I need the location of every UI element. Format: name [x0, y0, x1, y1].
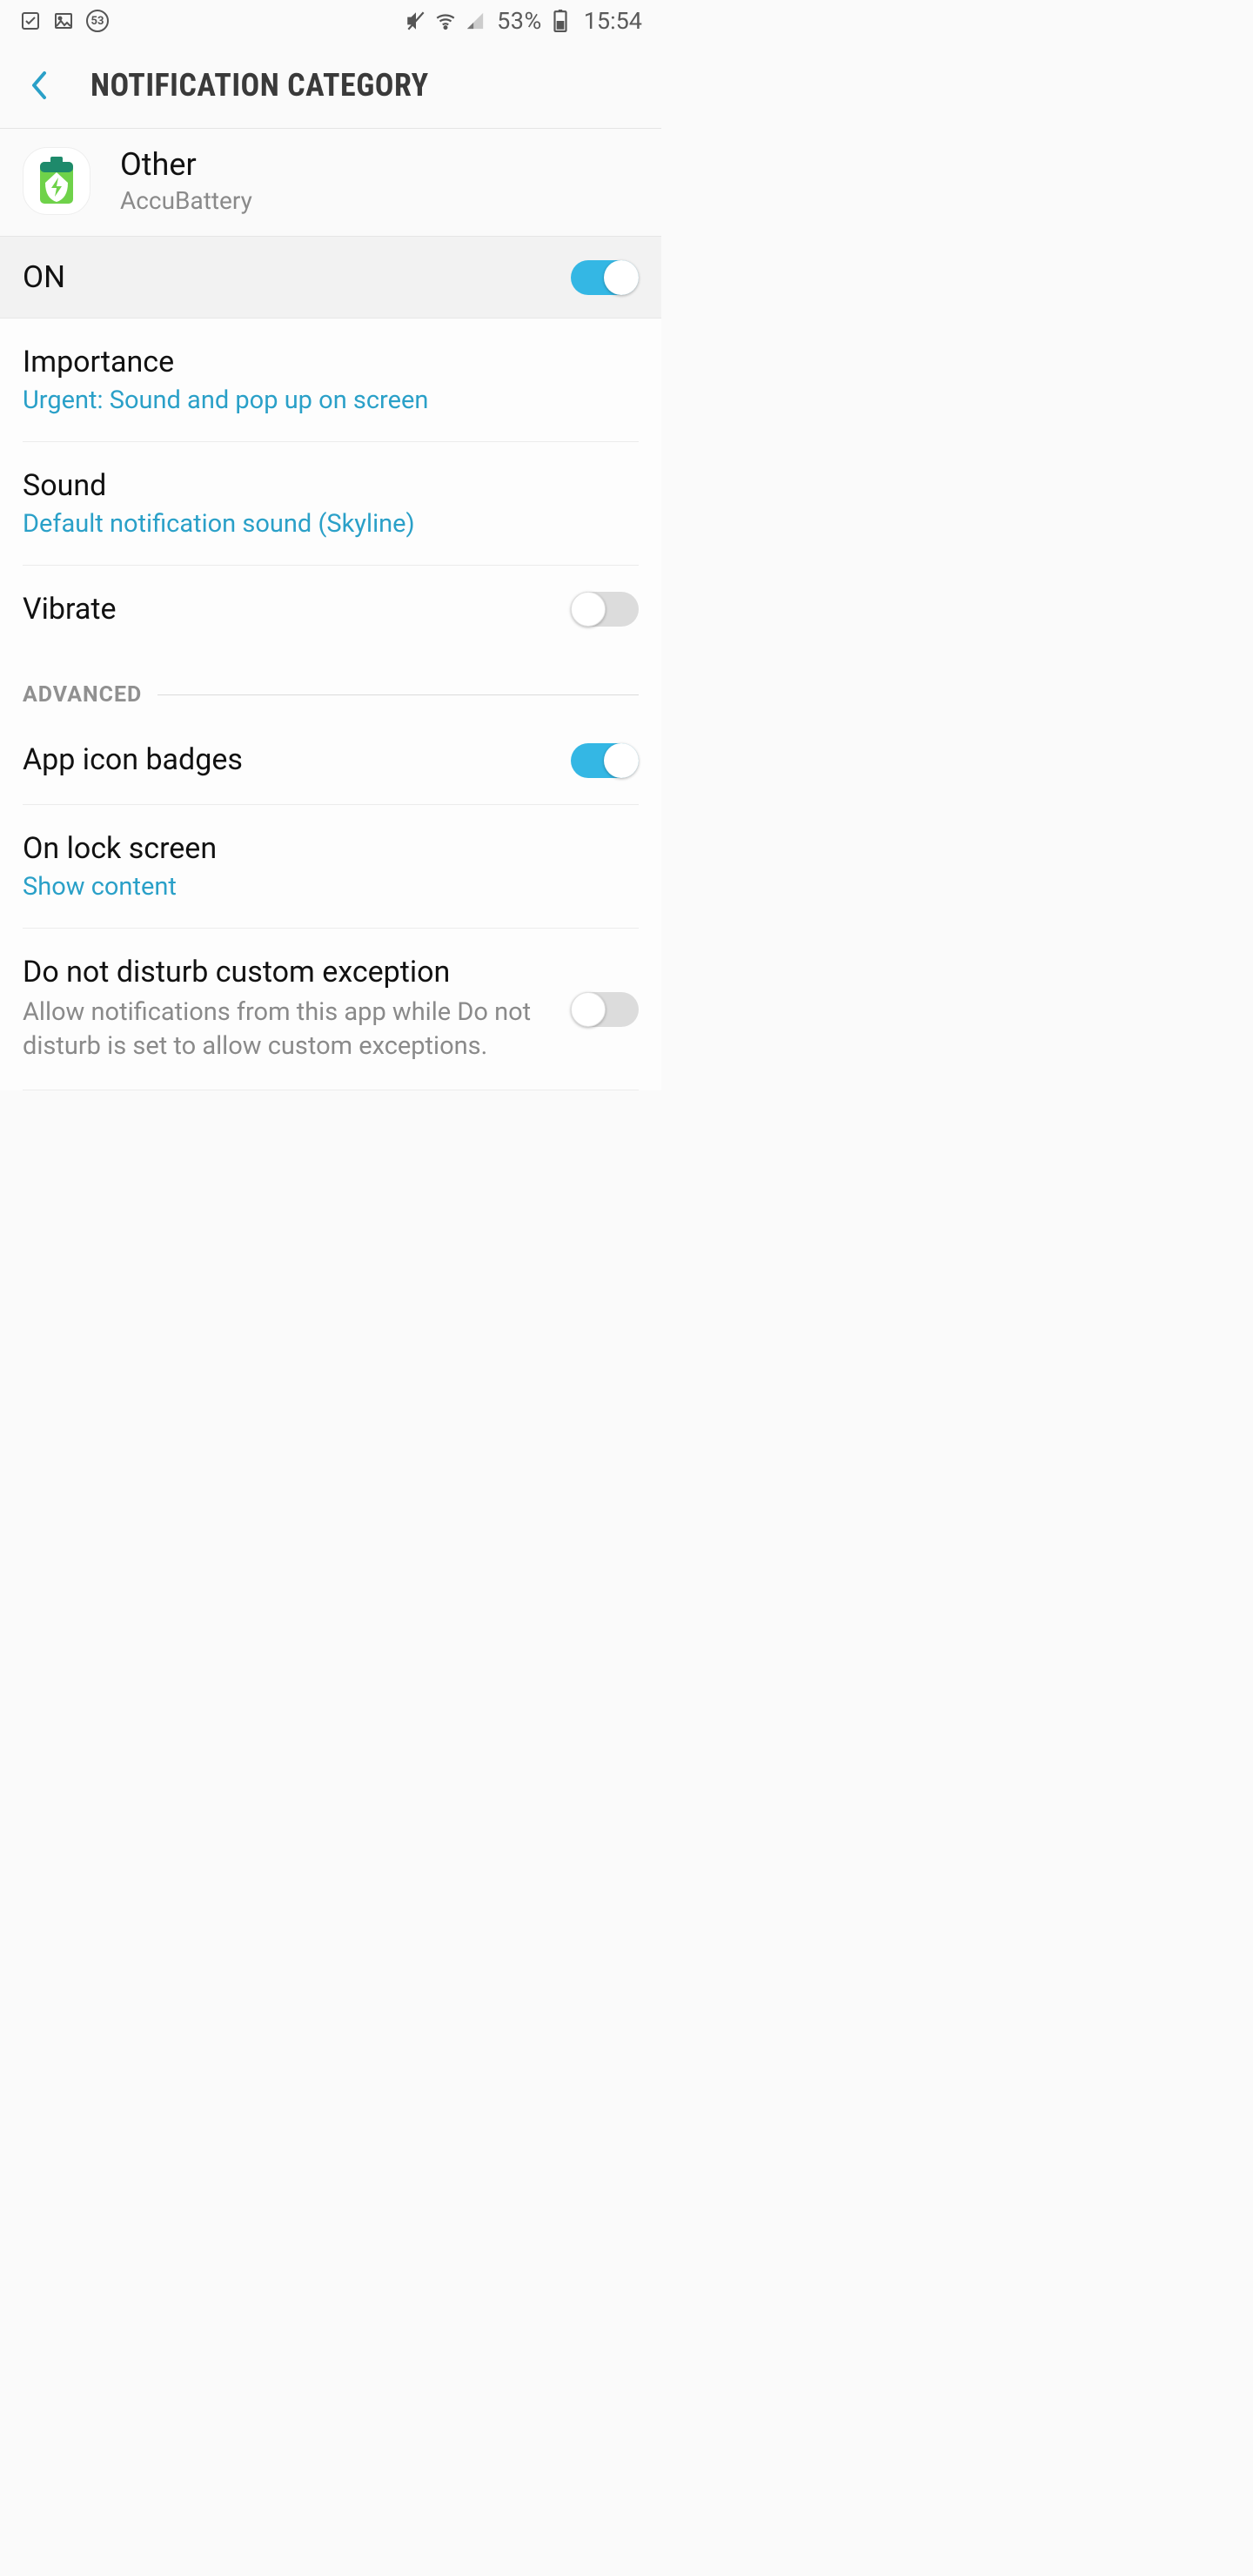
badges-title: App icon badges	[23, 742, 550, 778]
importance-title: Importance	[23, 345, 618, 380]
battery-icon	[549, 10, 572, 32]
sound-title: Sound	[23, 468, 618, 504]
settings-panel: Importance Urgent: Sound and pop up on s…	[0, 319, 661, 1090]
importance-value: Urgent: Sound and pop up on screen	[23, 386, 618, 415]
master-toggle-switch[interactable]	[571, 260, 639, 295]
chevron-left-icon	[28, 68, 50, 103]
sound-value: Default notification sound (Skyline)	[23, 509, 618, 539]
count-badge-icon: 53	[85, 10, 110, 32]
image-status-icon	[52, 10, 75, 32]
dnd-toggle-switch[interactable]	[571, 992, 639, 1027]
master-toggle-label: ON	[23, 259, 65, 295]
badges-row[interactable]: App icon badges	[0, 716, 661, 804]
page-title: NOTIFICATION CATEGORY	[90, 67, 429, 104]
advanced-label: ADVANCED	[23, 682, 142, 708]
vibrate-title: Vibrate	[23, 592, 550, 627]
signal-icon	[464, 10, 486, 32]
dnd-description: Allow notifications from this app while …	[23, 996, 550, 1063]
app-header: NOTIFICATION CATEGORY	[0, 42, 661, 129]
badges-toggle-switch[interactable]	[571, 743, 639, 778]
clock-time: 15:54	[584, 7, 642, 35]
count-badge-value: 53	[85, 10, 110, 32]
lockscreen-row[interactable]: On lock screen Show content	[0, 805, 661, 928]
lockscreen-value: Show content	[23, 872, 618, 902]
lockscreen-title: On lock screen	[23, 831, 618, 867]
master-toggle-row[interactable]: ON	[0, 237, 661, 319]
advanced-section-header: ADVANCED	[0, 653, 661, 716]
status-bar: 53 53% 15:54	[0, 0, 661, 42]
vibrate-toggle-switch[interactable]	[571, 592, 639, 627]
accubattery-icon	[35, 157, 78, 205]
dnd-exception-row[interactable]: Do not disturb custom exception Allow no…	[0, 929, 661, 1090]
dnd-title: Do not disturb custom exception	[23, 955, 550, 990]
app-icon	[23, 147, 90, 215]
mute-icon	[405, 10, 427, 32]
checkbox-status-icon	[19, 10, 42, 32]
channel-title: Other	[120, 146, 252, 183]
sound-row[interactable]: Sound Default notification sound (Skylin…	[0, 442, 661, 565]
importance-row[interactable]: Importance Urgent: Sound and pop up on s…	[0, 319, 661, 441]
battery-percent: 53%	[497, 7, 542, 35]
wifi-icon	[434, 10, 457, 32]
app-info-row[interactable]: Other AccuBattery	[0, 129, 661, 237]
divider	[157, 694, 639, 695]
vibrate-row[interactable]: Vibrate	[0, 566, 661, 654]
back-button[interactable]	[17, 64, 61, 107]
app-name: AccuBattery	[120, 186, 252, 215]
